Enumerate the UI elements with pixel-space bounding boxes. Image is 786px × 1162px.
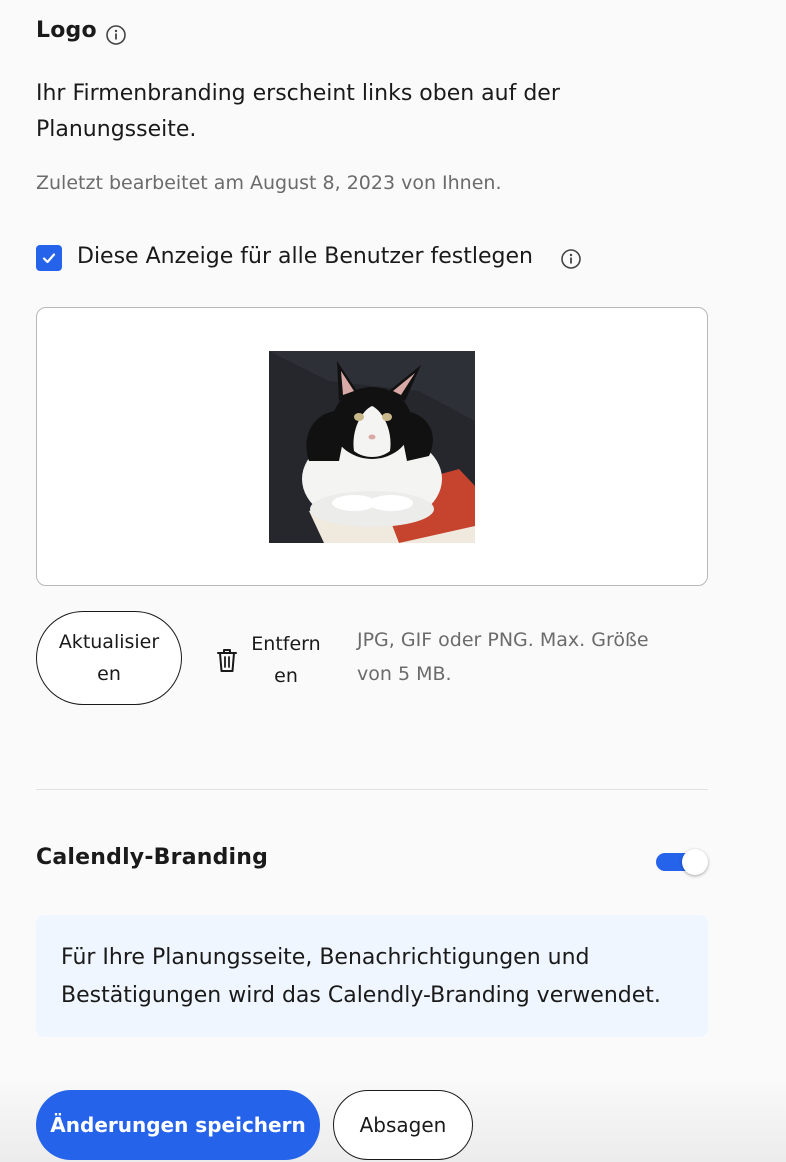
info-icon[interactable] (560, 248, 582, 270)
remove-logo-button[interactable]: Entfernen (214, 625, 334, 695)
update-logo-button[interactable]: Aktualisieren (36, 611, 182, 705)
section-divider (36, 789, 708, 790)
update-logo-label: Aktualisieren (58, 631, 160, 685)
logo-description: Ihr Firmenbranding erscheint links oben … (36, 81, 560, 142)
apply-to-all-users-label[interactable]: Diese Anzeige für alle Benutzer festlege… (77, 244, 533, 269)
save-changes-button[interactable]: Änderungen speichern (36, 1090, 320, 1160)
cancel-button[interactable]: Absagen (333, 1090, 473, 1160)
branding-section-title: Calendly-Branding (36, 845, 269, 870)
logo-image (269, 351, 475, 543)
apply-to-all-users-checkbox[interactable] (36, 245, 62, 271)
remove-logo-label: Entfernen (251, 633, 321, 687)
last-edited-text: Zuletzt bearbeitet am August 8, 2023 von… (36, 172, 502, 194)
calendly-branding-toggle[interactable] (656, 848, 708, 876)
branding-info-text: Für Ihre Planungsseite, Benachrichtigung… (61, 945, 661, 1008)
logo-section-title: Logo (36, 18, 97, 43)
file-format-hint: JPG, GIF oder PNG. Max. Größe von 5 MB. (357, 629, 649, 685)
branding-info-box: Für Ihre Planungsseite, Benachrichtigung… (36, 915, 708, 1037)
trash-icon (217, 649, 237, 672)
info-icon[interactable] (105, 24, 127, 46)
check-icon (42, 253, 56, 264)
